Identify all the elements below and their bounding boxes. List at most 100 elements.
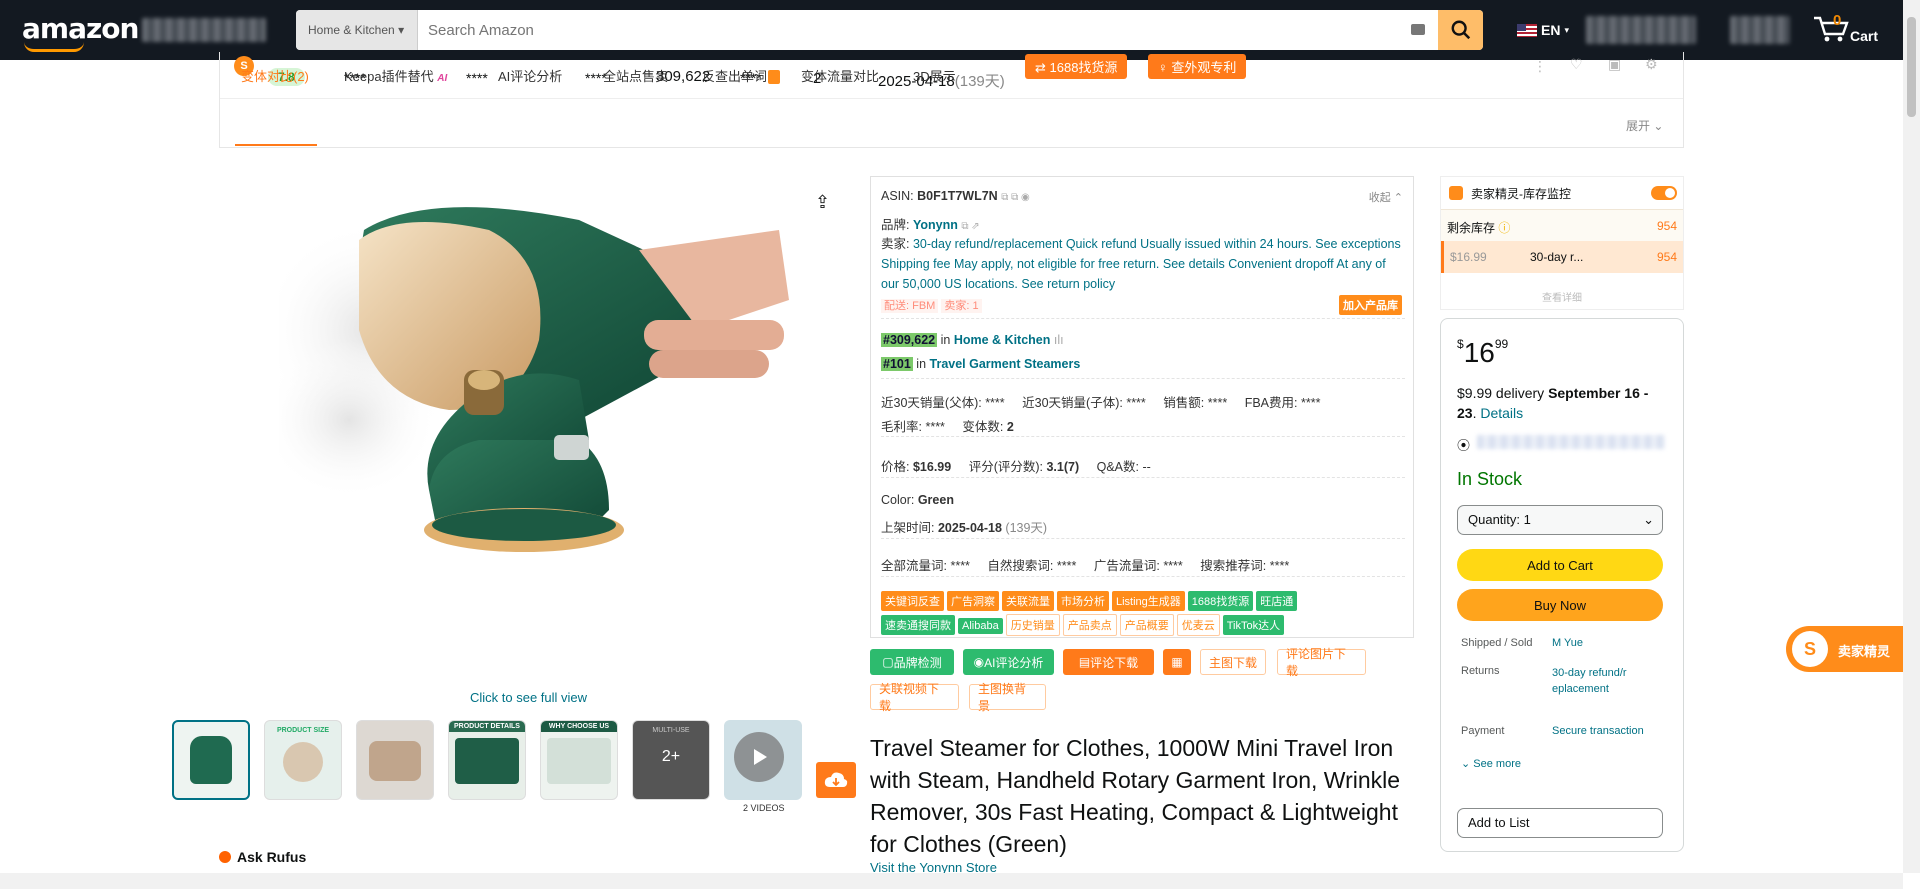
view-detail-link[interactable]: 查看详细 xyxy=(1441,289,1683,304)
settings-gear-icon[interactable]: ⚙ xyxy=(1645,56,1658,73)
tool-history-sales[interactable]: 历史销量 xyxy=(1005,614,1060,636)
brand-check-button[interactable]: ▢ 品牌检测 xyxy=(870,649,954,675)
tab-reverse-keywords[interactable]: 反查出单词 xyxy=(702,66,767,85)
tab-all-sites[interactable]: 全站点售卖 xyxy=(603,66,668,85)
search-button[interactable] xyxy=(1438,10,1483,50)
thumbnail-image-5[interactable]: WHY CHOOSE US xyxy=(540,720,618,800)
language-selector[interactable]: EN ▾ xyxy=(1517,22,1569,38)
tool-wangdiantong[interactable]: 旺店通 xyxy=(1256,591,1298,611)
calculator-icon: ▦ xyxy=(1171,655,1183,669)
related-video-download-button[interactable]: 关联视频下载 xyxy=(870,682,959,713)
tool-ad-insight[interactable]: 广告洞察 xyxy=(947,591,999,611)
deliver-to-address-blurred[interactable] xyxy=(1477,435,1665,449)
amazon-logo[interactable]: amazon xyxy=(22,12,139,45)
share-icon[interactable]: ⇪ xyxy=(815,192,830,213)
add-to-library-button[interactable]: 加入产品库 xyxy=(1339,295,1402,315)
tab-ai-review[interactable]: AI评论分析 xyxy=(498,66,562,85)
sales-child-value: **** xyxy=(1126,396,1146,410)
tool-listing-generator[interactable]: Listing生成器 xyxy=(1112,591,1185,611)
add-to-list-button[interactable]: Add to List xyxy=(1457,808,1663,838)
product-title: Travel Steamer for Clothes, 1000W Mini T… xyxy=(870,735,1401,857)
thumbnail-image-3[interactable] xyxy=(356,720,434,800)
deliver-to-location-blurred[interactable] xyxy=(142,18,266,42)
cloud-download-icon xyxy=(824,772,848,787)
brand-row: 品牌: Yonynn ⧉ ⇗ xyxy=(881,214,980,233)
check-patent-button[interactable]: ♀ 查外观专利 xyxy=(1148,54,1247,79)
main-image-download-button[interactable]: 主图下载 xyxy=(1200,649,1266,675)
tool-aliexpress-same[interactable]: 速卖通搜同款 xyxy=(881,615,955,635)
returns-orders-blurred[interactable] xyxy=(1730,16,1790,44)
thumbnail-image-1[interactable] xyxy=(172,720,250,800)
buy-now-button[interactable]: Buy Now xyxy=(1457,589,1663,621)
delivery-details-link[interactable]: Details xyxy=(1480,405,1523,421)
payment-link[interactable]: Secure transaction xyxy=(1552,725,1644,737)
tool-youmaiyun[interactable]: 优麦云 xyxy=(1176,614,1220,636)
thumbnail-image-6-more[interactable]: MULTI-USE 2+ xyxy=(632,720,710,800)
calculator-icon[interactable] xyxy=(768,70,780,84)
review-images-download-button[interactable]: 评论图片下载 xyxy=(1277,647,1366,678)
copy-icon[interactable]: ⧉ ⧉ ◉ xyxy=(1001,192,1030,203)
find-source-1688-label: 1688找货源 xyxy=(1049,60,1118,75)
main-image-background-button[interactable]: 主图换背景 xyxy=(969,682,1046,713)
add-to-cart-button[interactable]: Add to Cart xyxy=(1457,549,1663,581)
remaining-stock-label: 剩余库存 ⓘ xyxy=(1447,219,1510,236)
more-vertical-icon[interactable]: ⋮ xyxy=(1533,58,1547,75)
stock-monitor-toggle[interactable] xyxy=(1651,186,1677,200)
tool-selling-points[interactable]: 产品卖点 xyxy=(1062,614,1117,636)
tool-related-traffic[interactable]: 关联流量 xyxy=(1002,591,1054,611)
horizontal-scrollbar[interactable] xyxy=(0,873,1903,889)
delivery-info: $9.99 delivery September 16 - 23. Detail… xyxy=(1457,385,1649,421)
returns-link[interactable]: 30-day refund/replacement xyxy=(1552,665,1630,697)
bar-chart-icon[interactable]: ılı xyxy=(1054,333,1064,347)
see-full-view-link[interactable]: Click to see full view xyxy=(470,690,587,705)
tool-keyword-reverse[interactable]: 关键词反查 xyxy=(881,591,944,611)
video-thumbnail[interactable] xyxy=(724,720,802,800)
location-pin-icon[interactable]: ⦿ xyxy=(1457,435,1470,454)
camera-search-icon[interactable] xyxy=(1411,24,1425,35)
seller-sprite-floating-button[interactable]: S 卖家精灵 xyxy=(1786,626,1903,672)
copy-icon[interactable]: ⧉ ⇗ xyxy=(961,221,979,232)
amazon-smile-icon xyxy=(24,42,84,52)
seller-returns-link[interactable]: 30-day refund/replacement Quick refund U… xyxy=(881,237,1401,291)
collapse-toggle[interactable]: 收起 ⌃ xyxy=(1369,189,1403,205)
tool-alibaba[interactable]: Alibaba xyxy=(958,618,1003,634)
revenue-label: 销售额: xyxy=(1163,396,1205,410)
delivery-fee: $9.99 delivery xyxy=(1457,385,1545,401)
tab-variant-compare[interactable]: 变体对比(2) xyxy=(241,66,309,85)
rank-category-link[interactable]: Travel Garment Steamers xyxy=(930,357,1081,371)
ai-review-button[interactable]: ◉ AI评论分析 xyxy=(963,649,1054,675)
tool-1688-source[interactable]: 1688找货源 xyxy=(1187,591,1254,611)
main-product-image[interactable] xyxy=(259,190,789,680)
divider xyxy=(220,98,1683,99)
tab-variant-traffic[interactable]: 变体流量对比 xyxy=(801,66,879,85)
tool-product-summary[interactable]: 产品概要 xyxy=(1119,614,1174,636)
ai-badge: AI xyxy=(437,73,448,84)
account-lists-blurred[interactable] xyxy=(1586,16,1696,44)
qa-label: Q&A数: xyxy=(1096,460,1139,474)
search-input[interactable] xyxy=(418,10,1436,50)
see-more-toggle[interactable]: ⌄ See more xyxy=(1461,757,1521,770)
thumbnail-image-2[interactable]: PRODUCT SIZE xyxy=(264,720,342,800)
tool-market-analysis[interactable]: 市场分析 xyxy=(1057,591,1109,611)
video-icon[interactable]: ▣ xyxy=(1608,56,1621,73)
tab-3d-view[interactable]: 3D展示 xyxy=(913,66,956,85)
vertical-scrollbar[interactable] xyxy=(1903,0,1920,873)
rank-category-link[interactable]: Home & Kitchen xyxy=(954,333,1051,347)
seller-link[interactable]: M Yue xyxy=(1552,637,1583,649)
tab-keepa-alt[interactable]: Keepa插件替代 AI xyxy=(344,66,447,85)
quantity-select[interactable]: Quantity: 1 ⌄ xyxy=(1457,505,1663,535)
brand-link[interactable]: Yonynn xyxy=(913,218,958,232)
tool-tiktok-influencer[interactable]: TikTok达人 xyxy=(1222,615,1285,635)
help-icon[interactable]: ⓘ xyxy=(1498,221,1510,235)
search-category-dropdown[interactable]: Home & Kitchen ▾ xyxy=(296,10,418,50)
calculator-button[interactable]: ▦ xyxy=(1163,649,1191,675)
cart-button[interactable]: 0 Cart xyxy=(1812,12,1892,48)
heart-icon[interactable]: ♡ xyxy=(1570,56,1583,73)
vertical-scrollbar-thumb[interactable] xyxy=(1907,17,1916,117)
find-source-1688-button[interactable]: ⇄ 1688找货源 xyxy=(1025,54,1128,79)
expand-toggle[interactable]: 展开 ⌄ xyxy=(1626,117,1663,134)
review-download-button[interactable]: ▤ 评论下载 xyxy=(1063,649,1154,675)
download-images-button[interactable] xyxy=(816,762,856,798)
ask-rufus-button[interactable]: Ask Rufus xyxy=(219,849,306,865)
thumbnail-image-4[interactable]: PRODUCT DETAILS xyxy=(448,720,526,800)
